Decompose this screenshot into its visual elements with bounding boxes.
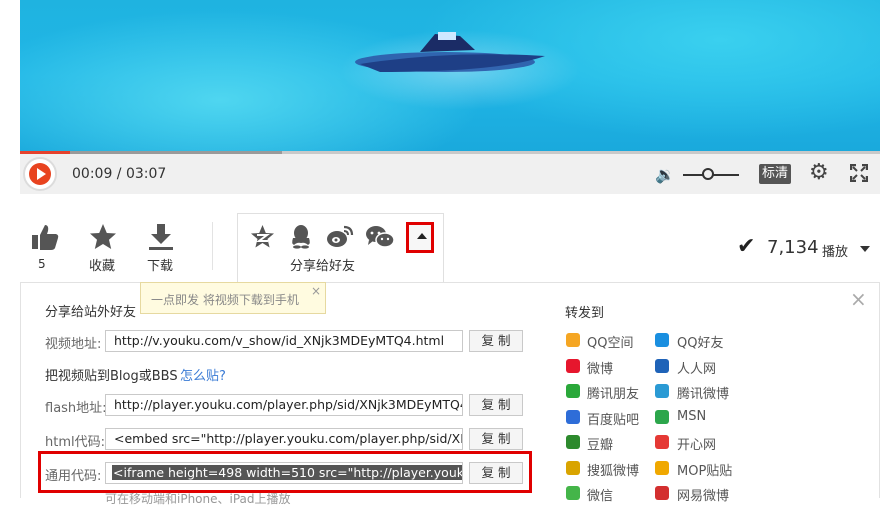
forward-right-icon-2[interactable] xyxy=(655,384,669,398)
flash-url-field[interactable]: http://player.youku.com/player.php/sid/X… xyxy=(105,394,463,416)
share-external-title: 分享给站外好友 xyxy=(45,305,137,320)
close-icon[interactable]: × xyxy=(850,289,867,309)
fullscreen-icon[interactable] xyxy=(850,164,868,182)
video-frame[interactable] xyxy=(20,0,880,152)
forward-right-item-5[interactable]: MOP贴贴 xyxy=(677,460,732,479)
forward-left-icon-5[interactable] xyxy=(566,460,580,475)
forward-left-icon-2[interactable] xyxy=(566,384,580,398)
download-label[interactable]: 下载 xyxy=(147,255,173,274)
forward-left-item-5[interactable]: 搜狐微博 xyxy=(587,460,639,479)
html-code-label: html代码: xyxy=(45,435,105,450)
forward-left-item-6[interactable]: 微信 xyxy=(587,485,613,504)
forward-right-icon-3[interactable] xyxy=(655,409,669,424)
favorite-label[interactable]: 收藏 xyxy=(89,255,115,274)
qzone-share-icon[interactable] xyxy=(250,224,275,249)
highlight-box xyxy=(38,451,532,493)
forward-left-item-0[interactable]: QQ空间 xyxy=(587,332,633,351)
like-count: 5 xyxy=(38,257,46,271)
time-display: 00:09 / 03:07 xyxy=(72,166,167,182)
weibo-share-icon[interactable] xyxy=(326,224,354,249)
forward-right-item-2[interactable]: 腾讯微博 xyxy=(677,383,729,402)
forward-right-icon-4[interactable] xyxy=(655,435,669,449)
favorite-star-icon[interactable] xyxy=(89,223,117,251)
forward-left-icon-4[interactable] xyxy=(566,435,580,449)
plays-check-icon: ✔ xyxy=(737,234,756,259)
general-code-footnote: 可在移动端和iPhone、iPad上播放 xyxy=(105,492,291,506)
forward-right-item-4[interactable]: 开心网 xyxy=(677,434,716,453)
tooltip-text: 一点即发 将视频下载到手机 xyxy=(151,293,299,307)
copy-html-code-button[interactable]: 复 制 xyxy=(469,428,523,450)
caret-up-icon xyxy=(417,233,427,239)
flash-url-label: flash地址: xyxy=(45,401,107,416)
share-expand-button[interactable] xyxy=(406,222,434,253)
forward-left-icon-0[interactable] xyxy=(566,333,580,347)
tooltip-close-icon[interactable]: × xyxy=(311,284,321,298)
video-scene xyxy=(355,32,545,72)
forward-left-item-1[interactable]: 微博 xyxy=(587,358,613,377)
download-icon[interactable] xyxy=(148,223,174,251)
forward-right-icon-1[interactable] xyxy=(655,358,669,373)
forward-left-icon-1[interactable] xyxy=(566,358,580,373)
copy-video-url-button[interactable]: 复 制 xyxy=(469,330,523,352)
play-count-unit: 播放 xyxy=(822,245,849,260)
play-button[interactable] xyxy=(23,157,57,191)
forward-right-item-0[interactable]: QQ好友 xyxy=(677,332,723,351)
forward-right-icon-0[interactable] xyxy=(655,333,669,347)
download-tooltip: 一点即发 将视频下载到手机 × xyxy=(140,282,326,314)
forward-right-item-1[interactable]: 人人网 xyxy=(677,358,716,377)
forward-left-item-2[interactable]: 腾讯朋友 xyxy=(587,383,639,402)
volume-icon[interactable]: 🔉 xyxy=(655,165,675,184)
wechat-share-icon[interactable] xyxy=(365,225,395,249)
html-code-field[interactable]: <embed src="http://player.youku.com/play… xyxy=(105,428,463,450)
chevron-down-icon[interactable] xyxy=(860,246,870,252)
copy-flash-url-button[interactable]: 复 制 xyxy=(469,394,523,416)
qq-share-icon[interactable] xyxy=(289,224,313,249)
forward-left-item-3[interactable]: 百度贴吧 xyxy=(587,409,639,428)
paste-blog-title: 把视频贴到Blog或BBS xyxy=(45,369,178,384)
quality-button[interactable]: 标清 xyxy=(759,164,791,184)
play-count: 7,134 xyxy=(767,237,819,258)
forward-right-icon-5[interactable] xyxy=(655,460,669,475)
forward-left-item-4[interactable]: 豆瓣 xyxy=(587,434,613,453)
play-icon xyxy=(29,163,51,185)
settings-gear-icon[interactable]: ⚙ xyxy=(809,162,829,184)
share-label: 分享给好友 xyxy=(290,259,356,274)
video-url-field[interactable]: http://v.youku.com/v_show/id_XNjk3MDEyMT… xyxy=(105,330,463,352)
like-thumbs-up-icon[interactable] xyxy=(31,223,59,251)
divider xyxy=(212,222,213,270)
forward-title: 转发到 xyxy=(565,306,605,321)
forward-right-item-3[interactable]: MSN xyxy=(677,409,706,424)
forward-left-icon-3[interactable] xyxy=(566,409,580,424)
forward-right-item-6[interactable]: 网易微博 xyxy=(677,485,729,504)
video-url-label: 视频地址: xyxy=(45,337,102,352)
howto-link[interactable]: 怎么贴? xyxy=(180,365,226,384)
volume-slider-handle[interactable] xyxy=(702,168,714,180)
